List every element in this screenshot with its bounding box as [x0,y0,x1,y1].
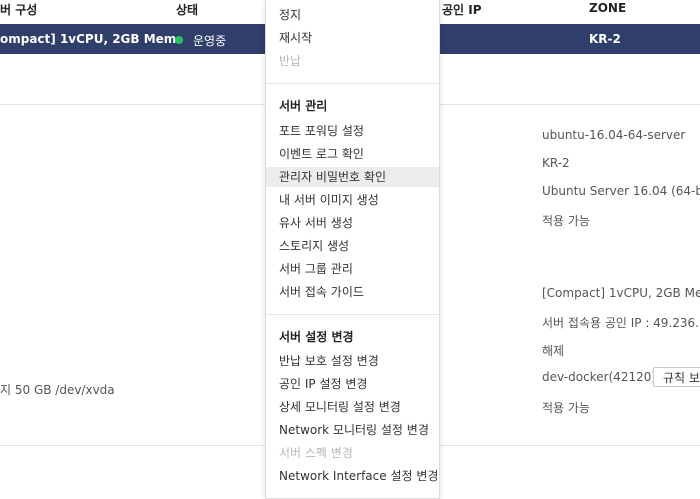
menu-item-similar-server[interactable]: 유사 서버 생성 [266,213,439,233]
menu-item-stop[interactable]: 정지 [266,5,439,25]
detail-public-ip: 서버 접속용 공인 IP : 49.236.1 [542,316,700,330]
column-header-public-ip: 공인 IP [442,3,482,17]
detail-spec: [Compact] 1vCPU, 2GB Mem, [542,286,700,300]
menu-section-server-management: 서버 관리 [279,99,328,113]
menu-item-detailed-monitoring[interactable]: 상세 모니터링 설정 변경 [266,397,439,417]
detail-release: 해제 [542,344,565,358]
menu-divider [266,83,439,84]
menu-divider [266,314,439,315]
detail-os: Ubuntu Server 16.04 (64-bit) [542,184,700,198]
menu-item-network-monitoring[interactable]: Network 모니터링 설정 변경 [266,420,439,440]
menu-item-admin-password[interactable]: 관리자 비밀번호 확인 [266,167,439,187]
detail-acg: dev-docker(42120) [542,370,657,384]
detail-applicable: 적용 가능 [542,214,590,228]
server-action-menu: 정지 재시작 반납 서버 관리 포트 포워딩 설정 이벤트 로그 확인 관리자 … [265,0,440,499]
column-header-zone: ZONE [589,1,627,15]
menu-item-return: 반납 [279,54,302,68]
column-header-status: 상태 [176,3,199,17]
detail-applicable-2: 적용 가능 [542,401,590,415]
view-rules-button[interactable]: 규칙 보 [653,367,700,387]
menu-item-server-group[interactable]: 서버 그룹 관리 [266,259,439,279]
server-config-cell: ompact] 1vCPU, 2GB Mem [0,32,177,46]
menu-item-create-storage[interactable]: 스토리지 생성 [266,236,439,256]
detail-zone: KR-2 [542,156,570,170]
menu-item-return-protection[interactable]: 반납 보호 설정 변경 [266,351,439,371]
menu-item-change-spec: 서버 스펙 변경 [279,446,353,460]
server-status-cell: 운영중 [193,34,227,48]
menu-item-public-ip-settings[interactable]: 공인 IP 설정 변경 [266,374,439,394]
menu-item-network-interface[interactable]: Network Interface 설정 변경 [266,466,439,486]
detail-image-name: ubuntu-16.04-64-server [542,128,686,142]
menu-item-event-log[interactable]: 이벤트 로그 확인 [266,144,439,164]
status-running-icon [175,36,183,44]
menu-item-access-guide[interactable]: 서버 접속 가이드 [266,282,439,302]
menu-item-create-image[interactable]: 내 서버 이미지 생성 [266,190,439,210]
menu-item-port-forwarding[interactable]: 포트 포워딩 설정 [266,121,439,141]
detail-storage: 지 50 GB /dev/xvda [0,383,115,397]
column-header-config: 버 구성 [0,3,38,17]
server-zone-cell: KR-2 [589,32,621,46]
menu-item-restart[interactable]: 재시작 [266,28,439,48]
menu-section-server-settings: 서버 설정 변경 [279,330,354,344]
